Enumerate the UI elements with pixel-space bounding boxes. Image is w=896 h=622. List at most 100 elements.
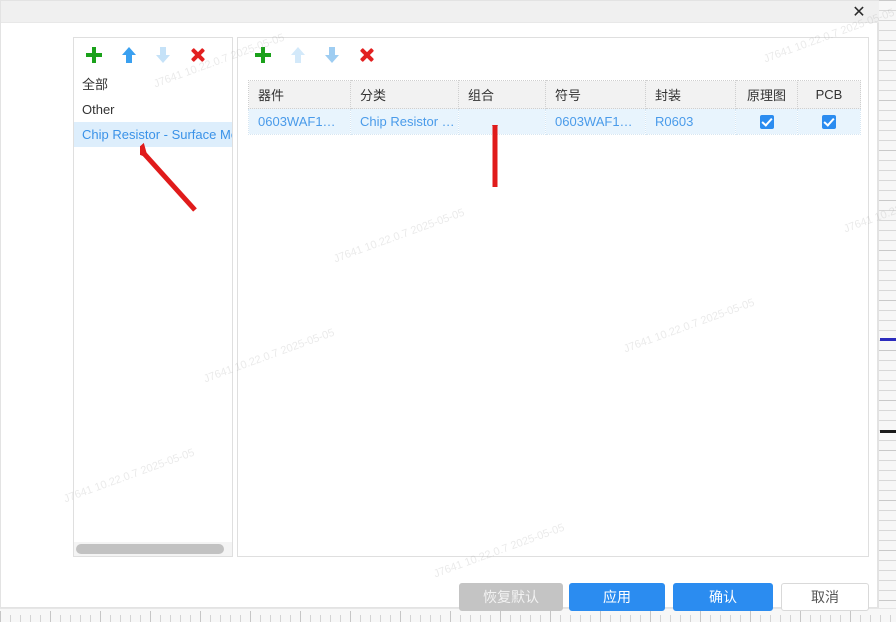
cell-footprint[interactable]: R0603 bbox=[645, 108, 736, 135]
table-header-category[interactable]: 分类 bbox=[350, 80, 459, 109]
category-list-item[interactable]: 全部 bbox=[74, 72, 232, 97]
table-header-symbol[interactable]: 符号 bbox=[545, 80, 646, 109]
ruler-tick bbox=[879, 10, 896, 11]
ruler-tick bbox=[879, 130, 896, 131]
ruler-tick bbox=[879, 500, 896, 501]
table-header-footprint[interactable]: 封装 bbox=[645, 80, 736, 109]
move-up-icon[interactable] bbox=[122, 47, 136, 63]
category-list-item[interactable]: Chip Resistor - Surface Mour bbox=[74, 122, 232, 147]
ruler-tick bbox=[880, 615, 881, 622]
ruler-marker-black bbox=[880, 430, 896, 433]
cell-pcb-checkbox[interactable] bbox=[797, 108, 861, 135]
cell-category[interactable]: Chip Resistor - S… bbox=[350, 108, 459, 135]
confirm-button[interactable]: 确认 bbox=[673, 583, 773, 611]
ruler-tick bbox=[879, 440, 896, 441]
cancel-button[interactable]: 取消 bbox=[781, 583, 869, 611]
ruler-tick bbox=[879, 0, 896, 1]
move-up-icon bbox=[291, 47, 305, 63]
ruler-tick bbox=[879, 80, 896, 81]
table-toolbar bbox=[238, 38, 868, 72]
restore-defaults-button[interactable]: 恢复默认 bbox=[459, 583, 563, 611]
cell-device[interactable]: 0603WAF1… bbox=[248, 108, 351, 135]
apply-button[interactable]: 应用 bbox=[569, 583, 665, 611]
dialog-body: 全部 Other Chip Resistor - Surface Mour 器件 分类… bbox=[1, 23, 879, 611]
ruler-tick bbox=[879, 410, 896, 411]
dialog-footer: 恢复默认 应用 确认 取消 bbox=[1, 571, 879, 619]
ruler-tick bbox=[879, 460, 896, 461]
table-row[interactable]: 0603WAF1…Chip Resistor - S…0603WAF1…R060… bbox=[248, 108, 861, 135]
ruler-tick bbox=[879, 170, 896, 171]
component-grid: 器件 分类 组合 符号 封装 原理图 PCB 0603WAF1… Chip Resistor … bbox=[248, 80, 861, 135]
ruler-tick bbox=[879, 400, 896, 401]
ruler-marker-blue bbox=[880, 338, 896, 341]
ruler-tick bbox=[879, 450, 896, 451]
ruler-tick bbox=[879, 210, 896, 211]
pcb-checkbox[interactable] bbox=[822, 115, 836, 130]
ruler-tick bbox=[879, 250, 896, 251]
table-header-schematic[interactable]: 原理图 bbox=[735, 80, 798, 109]
add-icon[interactable] bbox=[255, 47, 271, 63]
table-header-row: 器件 分类 组合 符号 封装 原理图 PCB bbox=[248, 80, 861, 109]
ruler-tick bbox=[879, 150, 896, 151]
cell-combo[interactable] bbox=[458, 108, 546, 135]
ruler-tick bbox=[879, 600, 896, 601]
ruler-tick bbox=[879, 110, 896, 111]
table-body[interactable]: 0603WAF1…Chip Resistor - S…0603WAF1…R060… bbox=[248, 108, 861, 135]
ruler-tick bbox=[879, 520, 896, 521]
ruler-tick bbox=[879, 470, 896, 471]
ruler-tick bbox=[879, 590, 896, 591]
ruler-tick bbox=[879, 360, 896, 361]
schematic-checkbox[interactable] bbox=[759, 115, 774, 130]
move-down-icon bbox=[156, 47, 170, 63]
ruler-tick bbox=[879, 580, 896, 581]
ruler-tick bbox=[879, 70, 896, 71]
ruler-tick bbox=[879, 220, 896, 221]
component-library-dialog: ✕ 全部 Other Chip Resistor - Surface Mour 器件… bbox=[0, 0, 879, 611]
ruler-tick bbox=[879, 200, 896, 201]
ruler-tick bbox=[879, 40, 896, 41]
ruler-tick bbox=[879, 560, 896, 561]
scrollbar-thumb[interactable] bbox=[76, 544, 224, 554]
add-icon[interactable] bbox=[86, 47, 102, 63]
ruler-tick bbox=[879, 390, 896, 391]
dialog-titlebar: ✕ bbox=[1, 1, 879, 23]
ruler-tick bbox=[879, 330, 896, 331]
ruler-tick bbox=[879, 510, 896, 511]
category-toolbar bbox=[74, 38, 232, 72]
component-table: 器件 分类 组合 符号 封装 原理图 PCB 0603WAF1… Chip Resistor … bbox=[248, 80, 861, 135]
close-icon[interactable]: ✕ bbox=[845, 1, 873, 23]
ruler-tick bbox=[879, 530, 896, 531]
vertical-ruler bbox=[878, 0, 896, 622]
ruler-tick bbox=[879, 320, 896, 321]
ruler-tick bbox=[879, 480, 896, 481]
ruler-tick bbox=[879, 540, 896, 541]
category-horizontal-scrollbar[interactable] bbox=[74, 542, 232, 556]
ruler-tick bbox=[879, 280, 896, 281]
category-panel: 全部 Other Chip Resistor - Surface Mour bbox=[73, 37, 233, 557]
ruler-tick bbox=[879, 370, 896, 371]
ruler-tick bbox=[879, 140, 896, 141]
table-header-pcb[interactable]: PCB bbox=[797, 80, 861, 109]
ruler-tick bbox=[879, 550, 896, 551]
ruler-tick bbox=[879, 100, 896, 101]
ruler-tick bbox=[879, 490, 896, 491]
ruler-tick bbox=[879, 270, 896, 271]
ruler-tick bbox=[879, 90, 896, 91]
delete-icon[interactable] bbox=[359, 47, 375, 63]
ruler-tick bbox=[879, 310, 896, 311]
ruler-tick bbox=[879, 60, 896, 61]
ruler-tick bbox=[879, 420, 896, 421]
cell-schematic-checkbox[interactable] bbox=[735, 108, 798, 135]
table-header-combo[interactable]: 组合 bbox=[458, 80, 546, 109]
component-table-panel: 器件 分类 组合 符号 封装 原理图 PCB 0603WAF1… Chip Resistor … bbox=[237, 37, 869, 557]
ruler-tick bbox=[879, 350, 896, 351]
category-list-item[interactable]: Other bbox=[74, 97, 232, 122]
move-down-icon[interactable] bbox=[325, 47, 339, 63]
ruler-tick bbox=[879, 230, 896, 231]
ruler-tick bbox=[890, 615, 891, 622]
category-list[interactable]: 全部 Other Chip Resistor - Surface Mour bbox=[74, 72, 232, 538]
delete-icon[interactable] bbox=[190, 47, 206, 63]
table-header-device[interactable]: 器件 bbox=[248, 80, 351, 109]
ruler-tick bbox=[879, 50, 896, 51]
cell-symbol[interactable]: 0603WAF1… bbox=[545, 108, 646, 135]
